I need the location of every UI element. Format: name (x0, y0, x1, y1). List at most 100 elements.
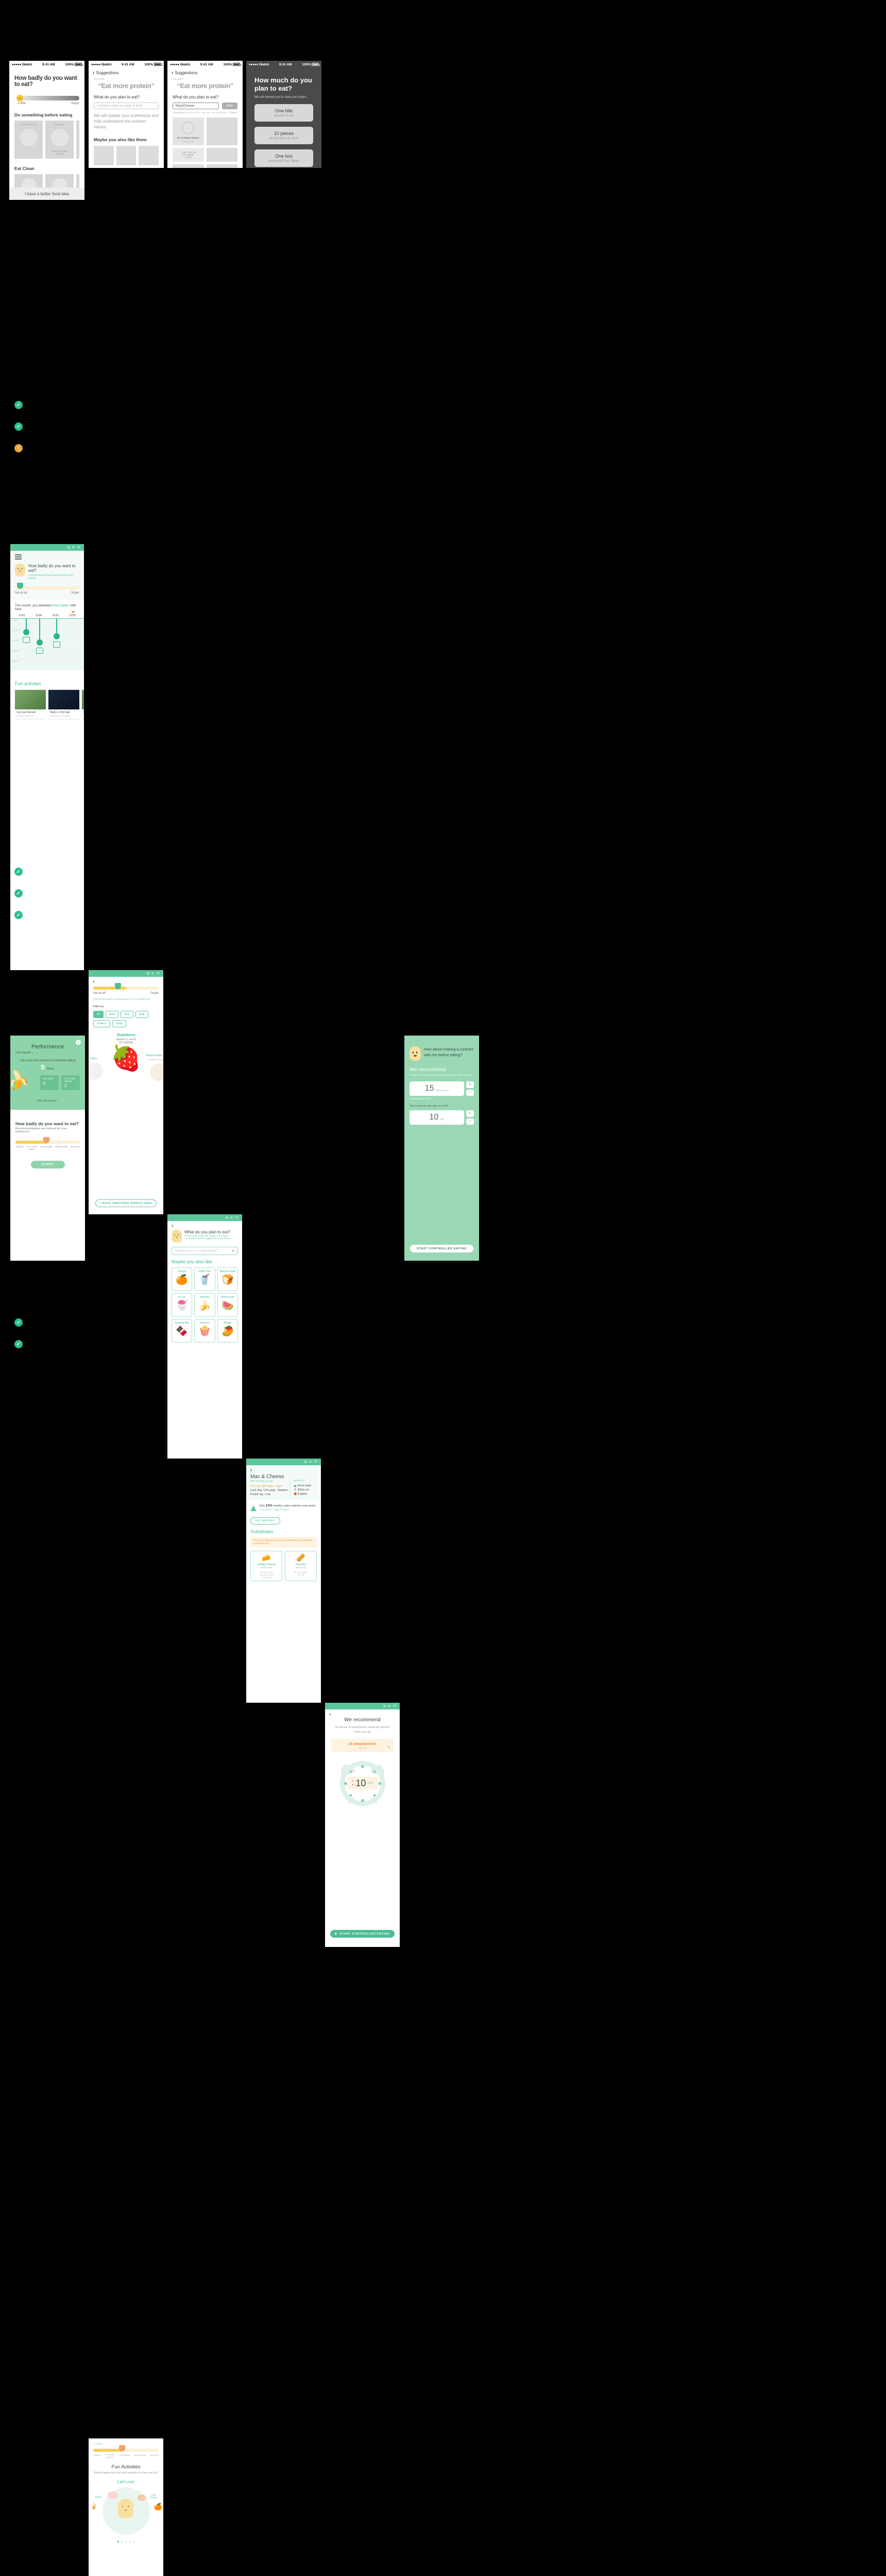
substitutes-grid[interactable]: 🧀 Cottage Cheese Similar taste 110 cal /… (250, 1550, 317, 1581)
filter-chips[interactable]: All Diary Nuts Salty Produce Carbs (93, 1011, 159, 1027)
carousel-dot[interactable] (117, 2540, 120, 2543)
start-button[interactable]: START (30, 1160, 65, 1168)
portion-option-one-bite[interactable]: One bite around 10 cal (254, 104, 313, 122)
activity-card[interactable]: Friends miss you (14, 121, 43, 159)
food-card[interactable]: Banana 🍌 (194, 1293, 215, 1317)
filter-chip-nuts[interactable]: Nuts (121, 1011, 133, 1018)
food-card[interactable]: Banana Toast 🍞 (217, 1267, 238, 1291)
intensity-slider[interactable] (93, 983, 159, 990)
quantity-decrement-button[interactable]: − (466, 1089, 474, 1096)
battle-badge-icon (36, 648, 43, 654)
back-button[interactable]: ‹ (167, 1221, 242, 1229)
food-name: Mixed fruits (221, 1296, 234, 1299)
fun-card[interactable]: Watch a TED talk Popular on Youtube (48, 690, 79, 719)
option-sub: around 10 cal (274, 114, 294, 117)
fun-card[interactable]: Call your friends! Friends miss you (15, 690, 46, 719)
slider-handle[interactable] (115, 983, 121, 989)
range-selector[interactable]: This Month ⌄ (15, 1051, 80, 1055)
time-increment-button[interactable]: + (466, 1110, 474, 1117)
intensity-slider[interactable] (93, 2445, 159, 2452)
back-button[interactable]: ‹ Suggestions (167, 68, 243, 78)
side-item-left-label[interactable]: Yogurt (90, 1057, 97, 1060)
slider-handle[interactable] (17, 583, 23, 589)
slider-handle[interactable] (119, 2445, 125, 2451)
filter-chip-all[interactable]: All (93, 1011, 104, 1018)
carousel-dot[interactable] (121, 2540, 123, 2543)
stat-card[interactable]: Did Activity instead 2 (61, 1075, 80, 1090)
activity-card-row[interactable]: Friends miss you Running 30min run burns … (14, 121, 79, 159)
timer-dial[interactable]: ▲ ▼ 10 min (331, 1754, 394, 1811)
slider-handle[interactable] (43, 1137, 49, 1143)
filter-chip-carbs[interactable]: Carbs (112, 1020, 126, 1027)
slider-handle-emoji[interactable]: 😐 (16, 95, 23, 101)
side-item-right-thumb[interactable] (150, 1063, 163, 1081)
quantity-unit: Strawberries (435, 1089, 449, 1092)
food-card[interactable]: Orange 🍊 (172, 1267, 193, 1291)
quantity-increment-button[interactable]: + (466, 1081, 474, 1088)
eat-anyway-button[interactable]: EAT ANYWAY (250, 1517, 280, 1524)
substitute-card[interactable] (173, 164, 204, 168)
back-button[interactable]: ‹ Suggestions (89, 68, 164, 78)
stat-card[interactable]: Eat Clean 0 (40, 1075, 59, 1090)
substitute-card[interactable] (206, 164, 237, 168)
see-all-records-link[interactable]: See all records › (15, 1099, 80, 1103)
intensity-slider[interactable]: 😐 (16, 95, 79, 101)
carousel-dot[interactable] (132, 2540, 135, 2543)
back-button[interactable]: ‹ (410, 1041, 474, 1044)
pencil-icon[interactable]: ✎ (387, 1745, 390, 1750)
filter-chip-diary[interactable]: Diary (105, 1011, 119, 1018)
another-snack-button[interactable]: I HAVE ANOTHER SNACK IDEA (95, 1199, 157, 1207)
food-card[interactable]: Fro-yo 🍧 (172, 1293, 193, 1317)
search-input[interactable]: A product name or a type of food (175, 1249, 217, 1252)
food-card[interactable]: Granola Bar 🍫 (172, 1319, 193, 1343)
side-item-left-thumb[interactable] (89, 1062, 103, 1080)
carousel-dot[interactable] (125, 2540, 127, 2543)
battle-link[interactable]: three battles (52, 604, 70, 607)
fun-card[interactable]: Plan trip Nearby events (82, 690, 84, 719)
food-card[interactable]: Mixed fruits 🍉 (217, 1293, 238, 1317)
activity-card[interactable]: Running 30min run burns 300 Cal (45, 121, 74, 159)
substitute-card[interactable] (206, 148, 237, 162)
intensity-slider[interactable] (15, 583, 79, 590)
eat-button[interactable]: Eat! (222, 103, 237, 109)
food-card[interactable]: Mango 🥭 (217, 1319, 238, 1343)
substitute-card[interactable]: 🥜 Pistachio Liked Food 80 cal / 10 pcs 1… (285, 1550, 317, 1581)
portion-option-one-box[interactable]: One box around 420 cal, 20min (254, 149, 313, 167)
portion-option-10-pieces[interactable]: 10 pieces around 120 cal, 5min (254, 126, 313, 144)
back-button[interactable]: ‹ (89, 977, 163, 985)
suggestion-grid[interactable] (94, 146, 159, 168)
amount-card[interactable]: 15 strawberries 120 cal ✎ (331, 1738, 394, 1752)
start-controlled-eating-button[interactable]: START CONTROLLED EATING (410, 1245, 473, 1252)
back-button[interactable]: ‹ (325, 1709, 400, 1717)
back-button[interactable]: ‹ Home (93, 2443, 159, 2446)
search-icon[interactable]: ⌕ (232, 1248, 234, 1253)
substitute-card[interactable] (206, 117, 237, 145)
side-item-right-label[interactable]: Almond butter (146, 1054, 162, 1057)
activity-card[interactable]: Nearby Events (76, 121, 79, 159)
back-button[interactable]: ‹ (250, 1467, 317, 1474)
intensity-slider[interactable] (15, 1137, 80, 1144)
food-card[interactable]: Popcorn 🍿 (194, 1319, 215, 1343)
food-grid[interactable]: Orange 🍊 Sprite Zero 🥤 Banana Toast 🍞 Fro-y… (172, 1267, 238, 1343)
slider-min-label: A little (18, 102, 26, 105)
suggestion-placeholder[interactable] (116, 146, 137, 166)
substitute-grid[interactable]: M+ Cottage Cheese Taste Similar 1 cup = … (173, 117, 237, 168)
food-card[interactable]: Sprite Zero 🥤 (194, 1267, 215, 1291)
hamburger-icon[interactable] (15, 554, 22, 560)
avatar[interactable]: ● (76, 1040, 81, 1045)
start-controlled-eating-button[interactable]: ▶ START CONTROLLED EATING (330, 1930, 395, 1938)
filter-chip-salty[interactable]: Salty (135, 1011, 148, 1018)
food-input[interactable]: A product name or a type of food (94, 103, 159, 109)
better-idea-button[interactable]: I have a better food idea (9, 188, 84, 200)
suggestion-placeholder[interactable] (94, 146, 114, 166)
suggestion-placeholder[interactable] (139, 146, 159, 166)
food-input[interactable]: Mac&Cheese (173, 103, 219, 109)
carousel-dot[interactable] (129, 2540, 131, 2543)
timer-increment-icon[interactable]: ▲ (351, 1780, 354, 1783)
substitute-card[interactable]: 🧀 Cottage Cheese Similar taste 110 cal /… (250, 1550, 282, 1581)
carousel-dots[interactable] (94, 2540, 158, 2543)
substitute-card[interactable]: M+ Cottage Cheese Taste Similar (173, 117, 204, 145)
timer-decrement-icon[interactable]: ▼ (351, 1784, 354, 1787)
time-decrement-button[interactable]: − (466, 1118, 474, 1125)
filter-chip-produce[interactable]: Produce (93, 1020, 110, 1027)
